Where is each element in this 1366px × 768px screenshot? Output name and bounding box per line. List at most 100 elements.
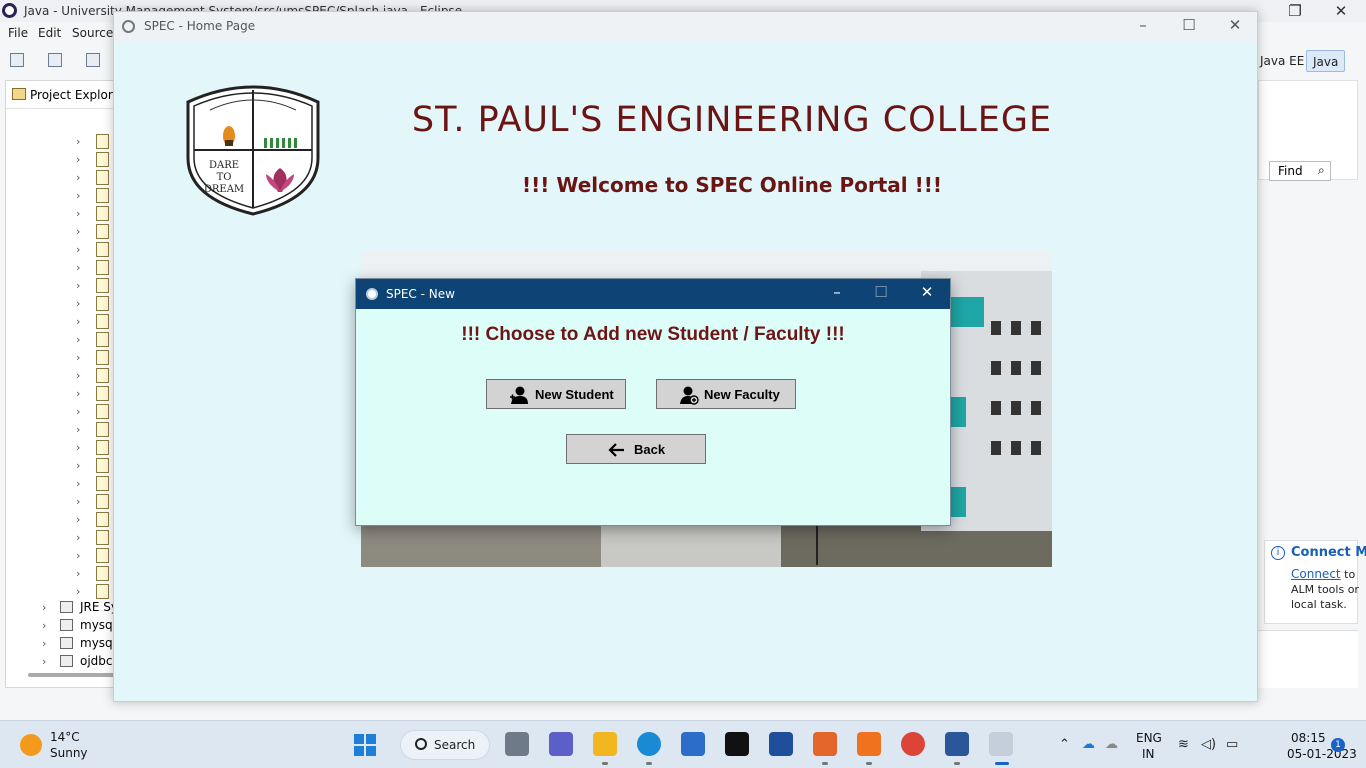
- menu-edit[interactable]: Edit: [38, 26, 61, 40]
- chevron-right-icon[interactable]: ›: [76, 369, 80, 382]
- taskbar-search[interactable]: Search: [400, 730, 490, 760]
- menu-source[interactable]: Source: [72, 26, 113, 40]
- connect-link[interactable]: Connect: [1291, 567, 1341, 581]
- dialog-window-title: SPEC - New: [386, 287, 455, 301]
- back-label: Back: [634, 442, 666, 457]
- file-explorer-icon[interactable]: [593, 732, 617, 756]
- search-icon: [415, 738, 427, 750]
- chevron-right-icon[interactable]: ›: [76, 387, 80, 400]
- menu-file[interactable]: File: [8, 26, 28, 40]
- chevron-up-icon[interactable]: ⌃: [1059, 737, 1070, 752]
- connect-text: Connect to ALM tools or local task.: [1291, 567, 1359, 612]
- new-student-label: New Student: [535, 387, 614, 402]
- chevron-right-icon[interactable]: ›: [76, 189, 80, 202]
- chevron-right-icon[interactable]: ›: [76, 297, 80, 310]
- eclipse-ee-icon[interactable]: [813, 732, 837, 756]
- chevron-right-icon[interactable]: ›: [76, 567, 80, 580]
- chevron-right-icon[interactable]: ›: [76, 207, 80, 220]
- active-indicator: [995, 762, 1009, 765]
- teams-chat-icon[interactable]: [549, 732, 573, 756]
- chevron-right-icon[interactable]: ›: [76, 549, 80, 562]
- java-file-icon: [96, 422, 109, 437]
- chevron-right-icon[interactable]: ›: [76, 495, 80, 508]
- chevron-right-icon[interactable]: ›: [76, 459, 80, 472]
- project-explorer-tab[interactable]: Project Explorer: [6, 81, 125, 109]
- perspective-java-ee[interactable]: Java EE: [1254, 50, 1310, 72]
- chevron-right-icon[interactable]: ›: [76, 423, 80, 436]
- chevron-right-icon[interactable]: ›: [76, 135, 80, 148]
- clock-date[interactable]: 05-01-2023: [1287, 747, 1357, 761]
- edge-icon[interactable]: [637, 732, 661, 756]
- new-faculty-button[interactable]: New Faculty: [656, 379, 796, 409]
- wifi-icon[interactable]: ≋: [1178, 737, 1189, 752]
- netflix-icon[interactable]: [725, 732, 749, 756]
- chevron-right-icon[interactable]: ›: [76, 243, 80, 256]
- home-minimize-button[interactable]: –: [1120, 16, 1166, 38]
- chevron-right-icon[interactable]: ›: [76, 513, 80, 526]
- horizontal-scrollbar[interactable]: [28, 673, 120, 677]
- save-icon[interactable]: [86, 53, 100, 67]
- battery-icon[interactable]: ▭: [1226, 737, 1238, 752]
- weather-condition[interactable]: Sunny: [50, 746, 88, 760]
- language-indicator[interactable]: ENG: [1136, 731, 1162, 745]
- connect-title: Connect M: [1291, 545, 1366, 560]
- cloud-icon[interactable]: ☁: [1105, 737, 1118, 752]
- java-app-icon[interactable]: [989, 732, 1013, 756]
- volume-icon[interactable]: ◁): [1201, 737, 1216, 752]
- connect-mylyn-box: i Connect M Connect to ALM tools or local…: [1264, 540, 1366, 624]
- back-button[interactable]: Back: [566, 434, 706, 464]
- java-file-icon: [96, 548, 109, 563]
- new-faculty-label: New Faculty: [704, 387, 780, 402]
- java-file-icon: [96, 350, 109, 365]
- region-indicator[interactable]: IN: [1142, 747, 1155, 761]
- notification-badge[interactable]: 1: [1331, 738, 1345, 752]
- chevron-right-icon[interactable]: ›: [76, 153, 80, 166]
- weather-temperature[interactable]: 14°C: [50, 730, 80, 744]
- new-student-button[interactable]: New Student: [486, 379, 626, 409]
- word-icon[interactable]: [945, 732, 969, 756]
- chevron-right-icon[interactable]: ›: [76, 279, 80, 292]
- home-close-button[interactable]: ✕: [1212, 16, 1258, 38]
- task-view-icon[interactable]: [505, 732, 529, 756]
- dialog-heading: !!! Choose to Add new Student / Faculty …: [461, 324, 845, 345]
- eclipse-restore-button[interactable]: ❐: [1272, 0, 1318, 22]
- jar-icon: [60, 637, 73, 649]
- home-maximize-button[interactable]: ☐: [1166, 16, 1212, 38]
- java-file-icon: [96, 440, 109, 455]
- crest-motto-1: DARE: [209, 160, 239, 171]
- prime-video-icon[interactable]: [769, 732, 793, 756]
- running-indicator: [822, 762, 828, 765]
- dialog-close-button[interactable]: ✕: [904, 283, 950, 305]
- java-file-icon: [96, 530, 109, 545]
- outline-panel: Find ⌕ i Connect M Connect to ALM tools o…: [1258, 80, 1366, 688]
- dialog-minimize-button[interactable]: –: [814, 283, 860, 305]
- eclipse-close-button[interactable]: ✕: [1318, 0, 1364, 22]
- new-icon[interactable]: [10, 53, 24, 67]
- chevron-right-icon[interactable]: ›: [76, 171, 80, 184]
- library-icon: [60, 601, 73, 613]
- chevron-right-icon[interactable]: ›: [76, 585, 80, 598]
- chevron-right-icon[interactable]: ›: [76, 315, 80, 328]
- new-package-icon[interactable]: [48, 53, 62, 67]
- sun-icon[interactable]: [20, 734, 42, 756]
- chevron-right-icon[interactable]: ›: [76, 531, 80, 544]
- xampp-icon[interactable]: [857, 732, 881, 756]
- app-icon: [122, 20, 135, 33]
- chevron-right-icon[interactable]: ›: [76, 333, 80, 346]
- chevron-right-icon[interactable]: ›: [76, 261, 80, 274]
- arrow-left-icon: [608, 443, 624, 457]
- dialog-maximize-button: ☐: [874, 283, 888, 301]
- chevron-right-icon[interactable]: ›: [76, 405, 80, 418]
- chevron-right-icon[interactable]: ›: [76, 477, 80, 490]
- welcome-text: !!! Welcome to SPEC Online Portal !!!: [522, 173, 942, 197]
- onedrive-icon[interactable]: ☁: [1082, 737, 1095, 752]
- chevron-right-icon[interactable]: ›: [76, 441, 80, 454]
- start-button[interactable]: [354, 734, 376, 756]
- perspective-java[interactable]: Java: [1306, 50, 1346, 72]
- java-file-icon: [96, 224, 109, 239]
- chrome-icon[interactable]: [901, 732, 925, 756]
- chevron-right-icon[interactable]: ›: [76, 351, 80, 364]
- clock-time[interactable]: 08:15: [1291, 731, 1326, 745]
- mail-icon[interactable]: [681, 732, 705, 756]
- chevron-right-icon[interactable]: ›: [76, 225, 80, 238]
